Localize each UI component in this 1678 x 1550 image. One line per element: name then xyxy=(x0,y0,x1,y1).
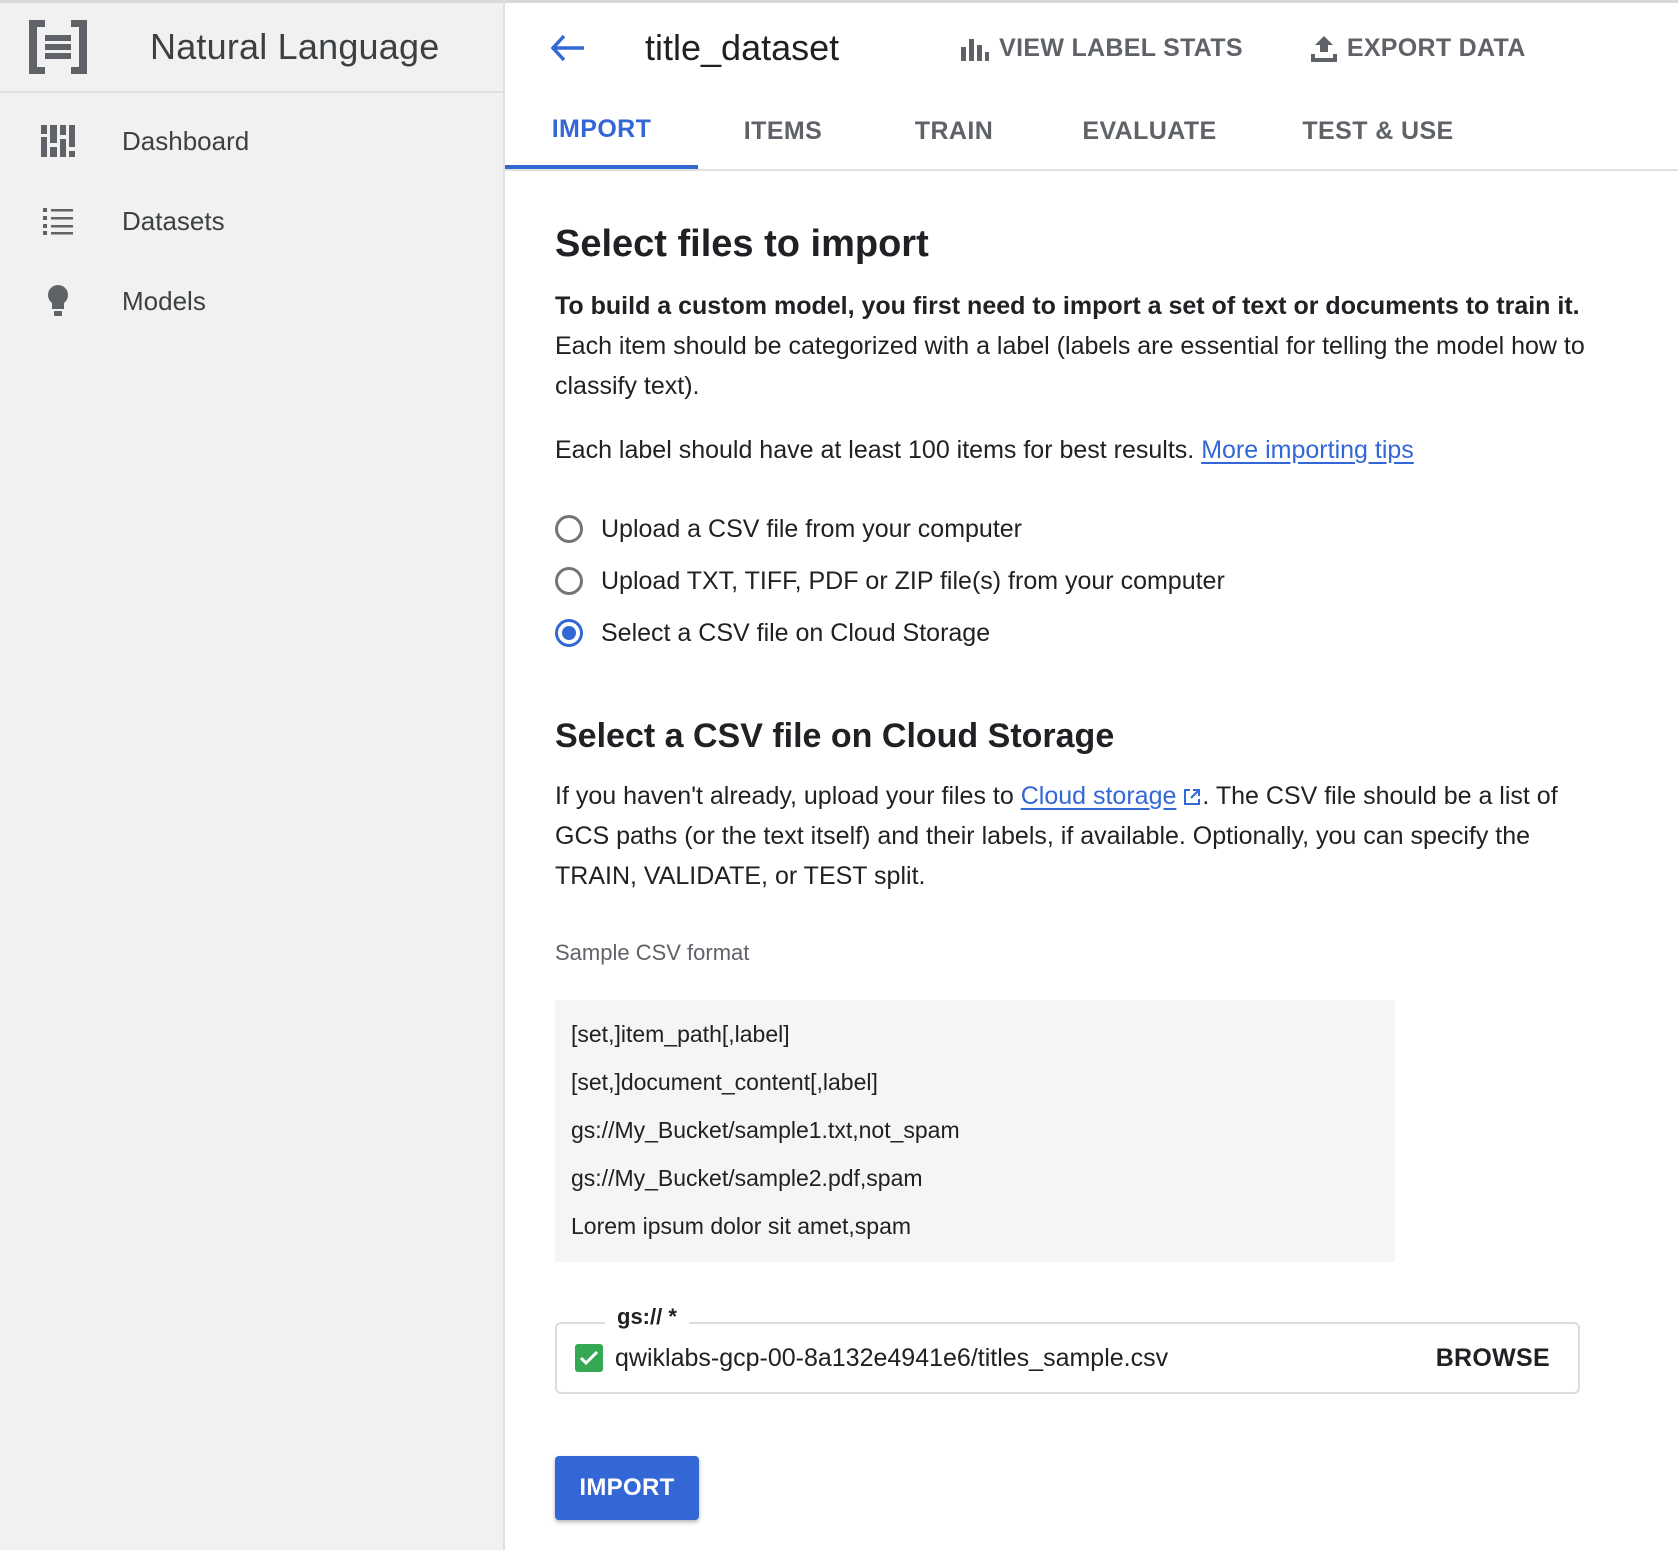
natural-language-logo-icon[interactable] xyxy=(28,19,88,75)
main-panel: title_dataset VIEW LABEL STATS EXPORT DA… xyxy=(505,0,1678,1550)
sidebar-item-dashboard[interactable]: Dashboard xyxy=(0,101,503,181)
gcs-path-legend: gs:// * xyxy=(605,1304,689,1330)
tab-evaluate[interactable]: EVALUATE xyxy=(1040,93,1259,169)
valid-check-icon xyxy=(575,1344,603,1372)
gcs-path-field[interactable]: gs:// * qwiklabs-gcp-00-8a132e4941e6/tit… xyxy=(555,1304,1580,1394)
intro-bold-text: To build a custom model, you first need … xyxy=(555,292,1580,320)
sidebar-item-label: Datasets xyxy=(122,205,225,236)
dataset-title: title_dataset xyxy=(645,27,840,68)
app-title: Natural Language xyxy=(150,26,440,67)
radio-option-upload-files[interactable]: Upload TXT, TIFF, PDF or ZIP file(s) fro… xyxy=(555,555,1610,607)
tab-bar: IMPORT ITEMS TRAIN EVALUATE TEST & USE xyxy=(505,93,1678,171)
radio-button[interactable] xyxy=(555,567,583,595)
sample-csv-line: Lorem ipsum dolor sit amet,spam xyxy=(571,1213,912,1239)
import-button[interactable]: IMPORT xyxy=(555,1456,699,1520)
sidebar-item-label: Dashboard xyxy=(122,125,250,156)
upload-icon xyxy=(1310,36,1337,62)
intro-rest-text: Each item should be categorized with a l… xyxy=(555,332,1585,400)
view-label-stats-button[interactable]: VIEW LABEL STATS xyxy=(961,34,1243,63)
radio-option-cloud-storage[interactable]: Select a CSV file on Cloud Storage xyxy=(555,607,1610,659)
radio-label: Upload TXT, TIFF, PDF or ZIP file(s) fro… xyxy=(601,566,1225,595)
import-source-radio-group: Upload a CSV file from your computer Upl… xyxy=(555,503,1610,659)
more-importing-tips-link[interactable]: More importing tips xyxy=(1201,436,1414,464)
csv-desc-before: If you haven't already, upload your file… xyxy=(555,782,1014,810)
export-data-button[interactable]: EXPORT DATA xyxy=(1310,33,1526,63)
cloud-storage-link-text: Cloud storage xyxy=(1020,782,1177,810)
app-header: Natural Language xyxy=(0,0,503,93)
list-icon xyxy=(28,207,88,235)
sidebar-item-models[interactable]: Models xyxy=(0,261,503,341)
sample-csv-line: [set,]item_path[,label] xyxy=(571,1021,790,1047)
radio-button-selected[interactable] xyxy=(555,619,583,647)
tip-text: Each label should have at least 100 item… xyxy=(555,436,1195,464)
sample-csv-box: [set,]item_path[,label] [set,]document_c… xyxy=(555,1000,1395,1262)
tip-line: Each label should have at least 100 item… xyxy=(555,436,1610,465)
export-data-label: EXPORT DATA xyxy=(1346,33,1526,62)
external-link-icon xyxy=(1184,789,1201,805)
lightbulb-icon xyxy=(28,285,88,317)
view-label-stats-label: VIEW LABEL STATS xyxy=(999,33,1243,62)
sample-csv-line: gs://My_Bucket/sample1.txt,not_spam xyxy=(571,1117,960,1143)
sidebar-nav: Dashboard Datasets Models xyxy=(0,101,503,341)
sample-csv-line: gs://My_Bucket/sample2.pdf,spam xyxy=(571,1165,923,1191)
radio-label: Select a CSV file on Cloud Storage xyxy=(601,618,991,647)
dashboard-icon xyxy=(28,125,88,157)
intro-text: To build a custom model, you first need … xyxy=(555,286,1610,406)
tab-import[interactable]: IMPORT xyxy=(505,93,698,169)
sample-csv-line: [set,]document_content[,label] xyxy=(571,1069,878,1095)
sidebar-item-datasets[interactable]: Datasets xyxy=(0,181,503,261)
sidebar: Natural Language Dashboard Datasets Mode… xyxy=(0,0,505,1550)
tab-test-and-use[interactable]: TEST & USE xyxy=(1259,93,1497,169)
sample-csv-label: Sample CSV format xyxy=(555,940,750,965)
csv-description: If you haven't already, upload your file… xyxy=(555,776,1610,896)
radio-option-upload-csv[interactable]: Upload a CSV file from your computer xyxy=(555,503,1610,555)
radio-button[interactable] xyxy=(555,515,583,543)
page-header: title_dataset VIEW LABEL STATS EXPORT DA… xyxy=(505,0,1678,93)
cloud-storage-link[interactable]: Cloud storage xyxy=(1021,782,1203,810)
tab-train[interactable]: TRAIN xyxy=(868,93,1040,169)
back-arrow-icon[interactable] xyxy=(543,23,593,73)
browse-button[interactable]: BROWSE xyxy=(1436,1344,1550,1373)
sidebar-item-label: Models xyxy=(122,285,206,316)
import-content: Select files to import To build a custom… xyxy=(505,223,1610,1520)
csv-section-title: Select a CSV file on Cloud Storage xyxy=(555,717,1115,755)
page-title: Select files to import xyxy=(555,223,929,265)
gcs-path-input[interactable]: qwiklabs-gcp-00-8a132e4941e6/titles_samp… xyxy=(615,1344,1436,1373)
radio-label: Upload a CSV file from your computer xyxy=(601,514,1023,543)
tab-items[interactable]: ITEMS xyxy=(698,93,868,169)
bar-chart-icon xyxy=(961,39,990,61)
